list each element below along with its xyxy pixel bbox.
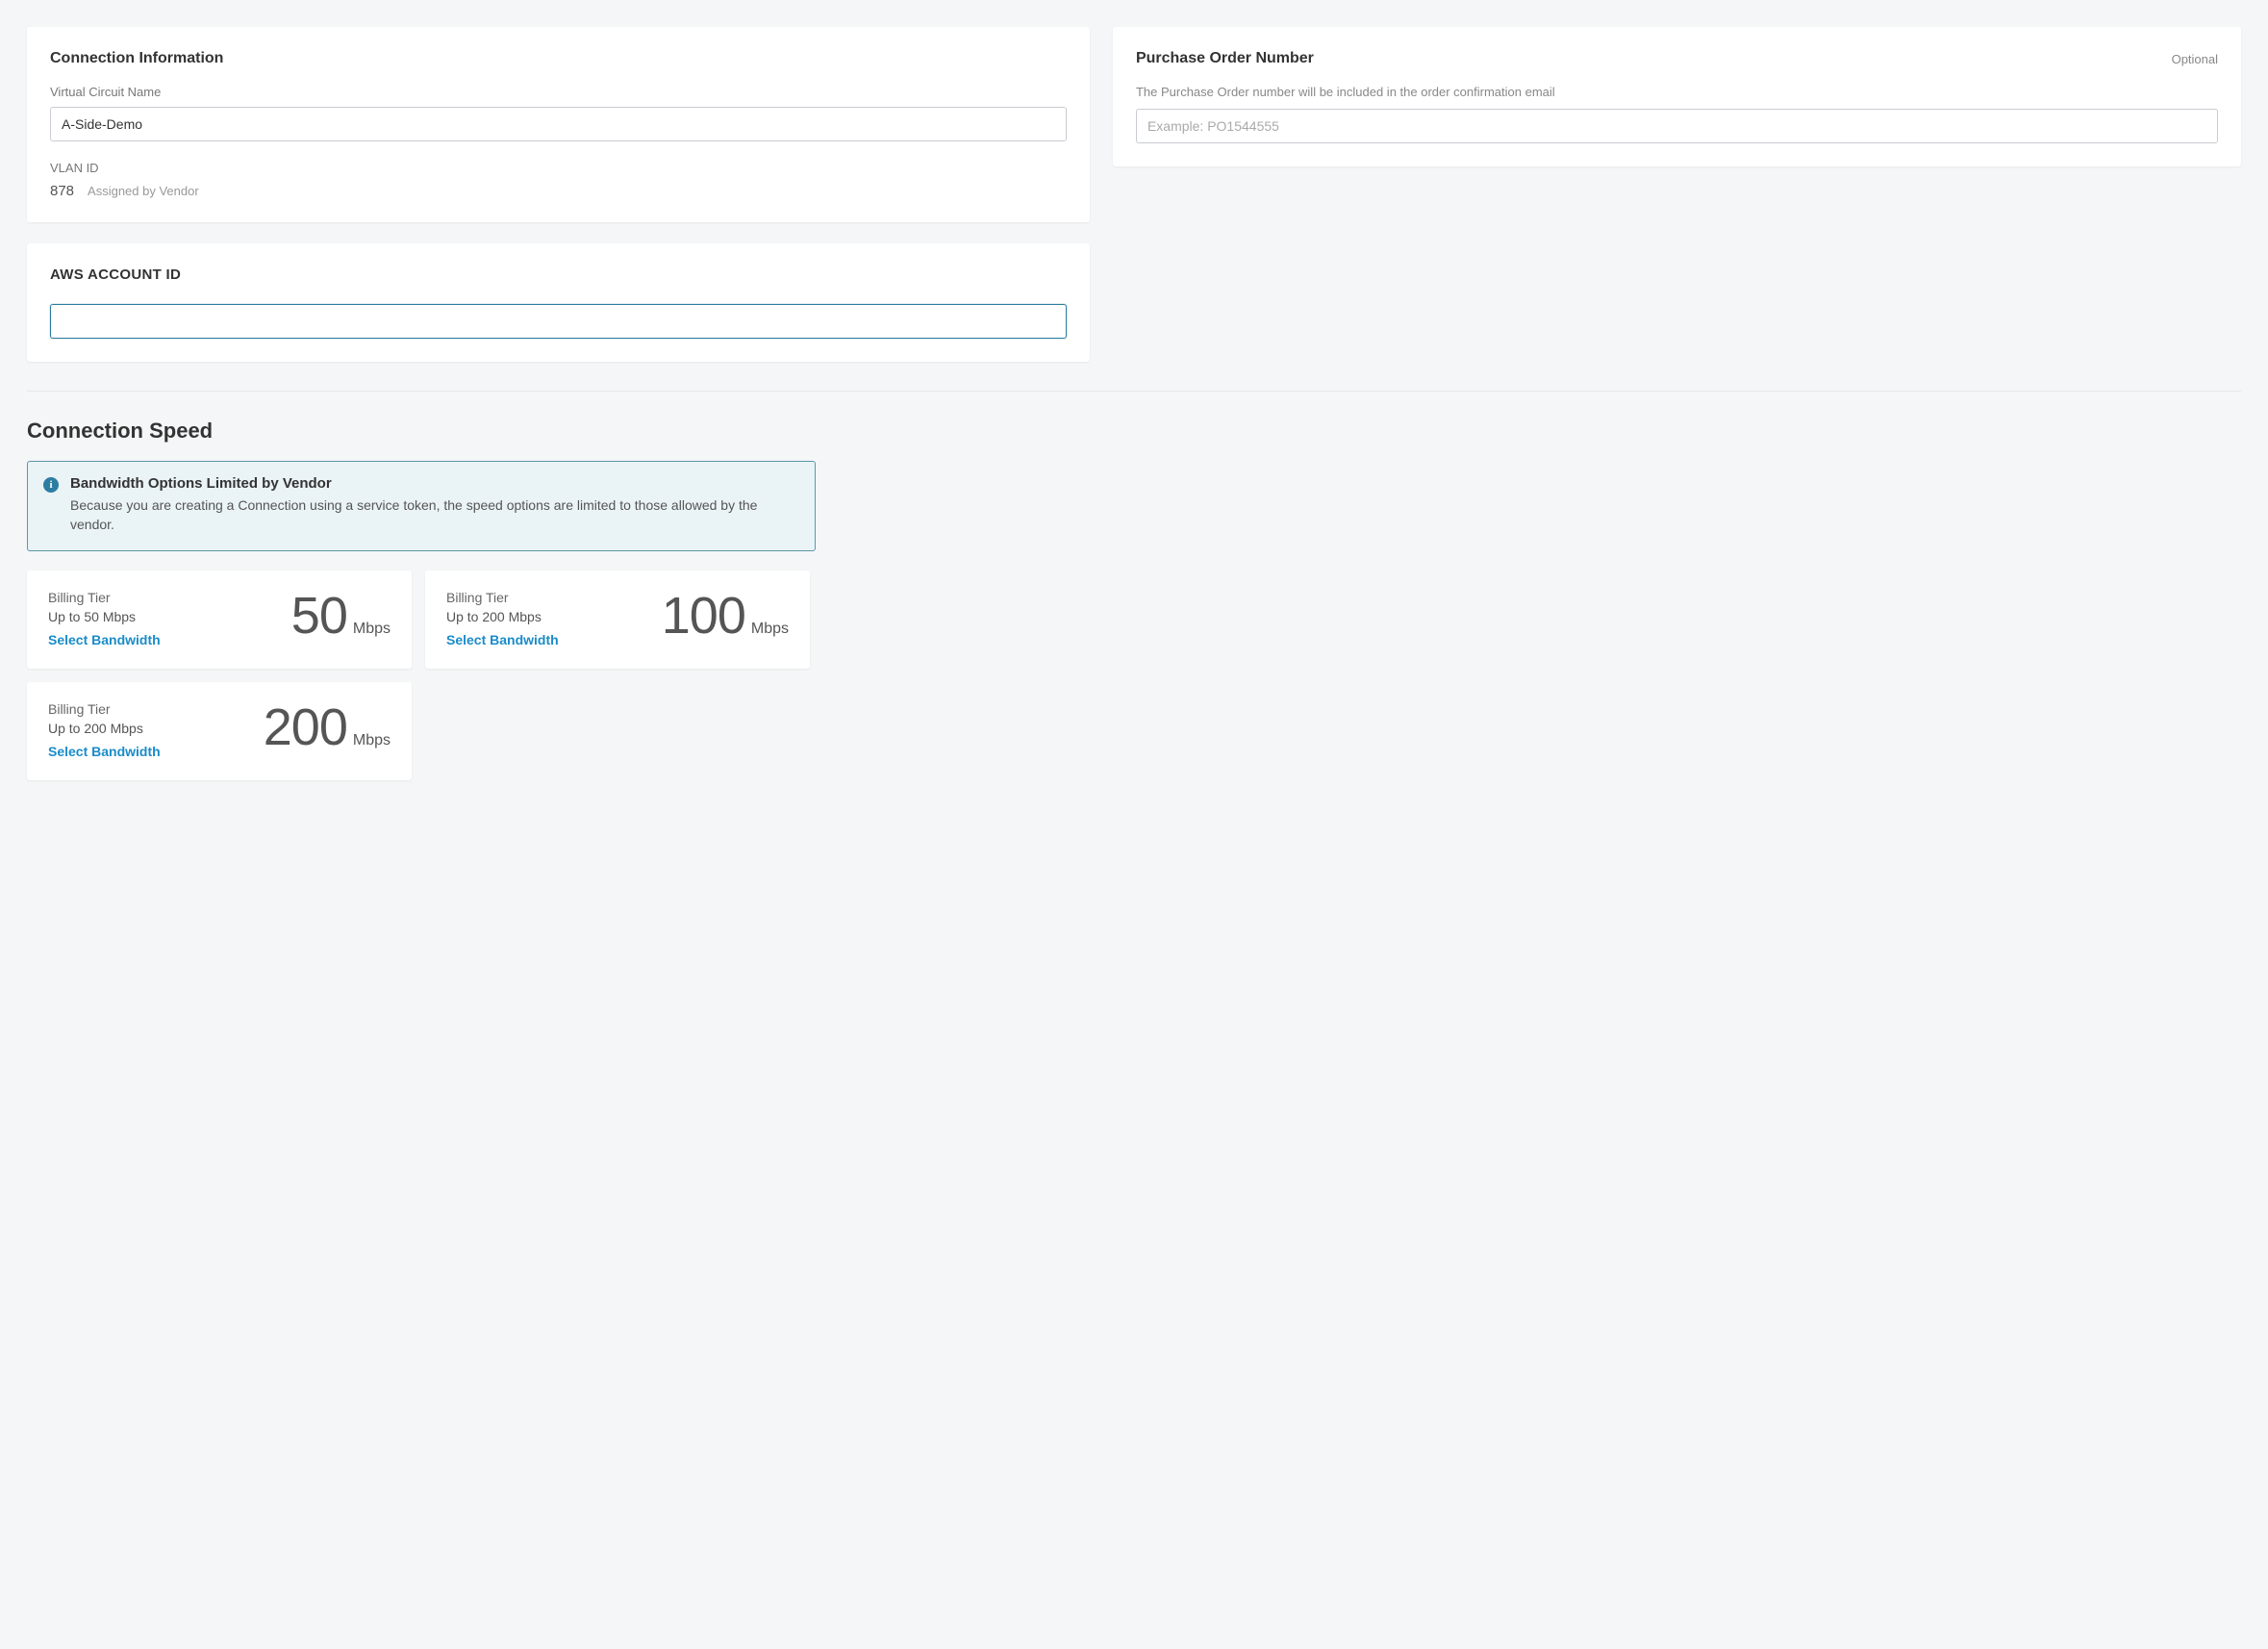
- speed-value-unit: Mbps: [353, 732, 391, 749]
- aws-account-id-title: AWS ACCOUNT ID: [50, 266, 1067, 283]
- bandwidth-info-banner: i Bandwidth Options Limited by Vendor Be…: [27, 461, 816, 551]
- billing-tier-label: Billing Tier: [446, 590, 559, 605]
- purchase-order-title: Purchase Order Number: [1136, 50, 1314, 67]
- purchase-order-optional-tag: Optional: [2172, 52, 2218, 66]
- speed-option-card[interactable]: Billing Tier Up to 200 Mbps Select Bandw…: [425, 571, 810, 669]
- select-bandwidth-link[interactable]: Select Bandwidth: [446, 632, 559, 647]
- billing-tier-label: Billing Tier: [48, 590, 161, 605]
- speed-value-unit: Mbps: [751, 621, 789, 638]
- bandwidth-banner-title: Bandwidth Options Limited by Vendor: [70, 475, 763, 492]
- speed-value-number: 50: [291, 590, 347, 642]
- speed-value-unit: Mbps: [353, 621, 391, 638]
- virtual-circuit-name-input[interactable]: [50, 107, 1067, 141]
- virtual-circuit-name-label: Virtual Circuit Name: [50, 85, 1067, 99]
- speed-options-grid: Billing Tier Up to 50 Mbps Select Bandwi…: [27, 571, 835, 780]
- speed-value-number: 100: [662, 590, 745, 642]
- aws-account-id-card: AWS ACCOUNT ID: [27, 243, 1090, 362]
- aws-account-id-input[interactable]: [50, 304, 1067, 339]
- billing-tier-label: Billing Tier: [48, 701, 161, 717]
- speed-value-number: 200: [264, 701, 347, 753]
- bandwidth-banner-body: Because you are creating a Connection us…: [70, 495, 763, 535]
- section-divider: [27, 391, 2241, 392]
- select-bandwidth-link[interactable]: Select Bandwidth: [48, 744, 161, 759]
- purchase-order-hint: The Purchase Order number will be includ…: [1136, 85, 2218, 99]
- speed-option-card[interactable]: Billing Tier Up to 50 Mbps Select Bandwi…: [27, 571, 412, 669]
- select-bandwidth-link[interactable]: Select Bandwidth: [48, 632, 161, 647]
- vlan-id-note: Assigned by Vendor: [88, 184, 199, 198]
- purchase-order-card: Purchase Order Number Optional The Purch…: [1113, 27, 2241, 166]
- billing-tier-range: Up to 50 Mbps: [48, 609, 161, 624]
- purchase-order-input[interactable]: [1136, 109, 2218, 143]
- billing-tier-range: Up to 200 Mbps: [446, 609, 559, 624]
- vlan-id-label: VLAN ID: [50, 161, 1067, 175]
- billing-tier-range: Up to 200 Mbps: [48, 721, 161, 736]
- connection-information-title: Connection Information: [50, 50, 223, 67]
- connection-information-card: Connection Information Virtual Circuit N…: [27, 27, 1090, 222]
- vlan-id-value: 878: [50, 183, 74, 199]
- speed-option-card[interactable]: Billing Tier Up to 200 Mbps Select Bandw…: [27, 682, 412, 780]
- info-icon: i: [43, 477, 59, 493]
- connection-speed-title: Connection Speed: [27, 419, 2241, 444]
